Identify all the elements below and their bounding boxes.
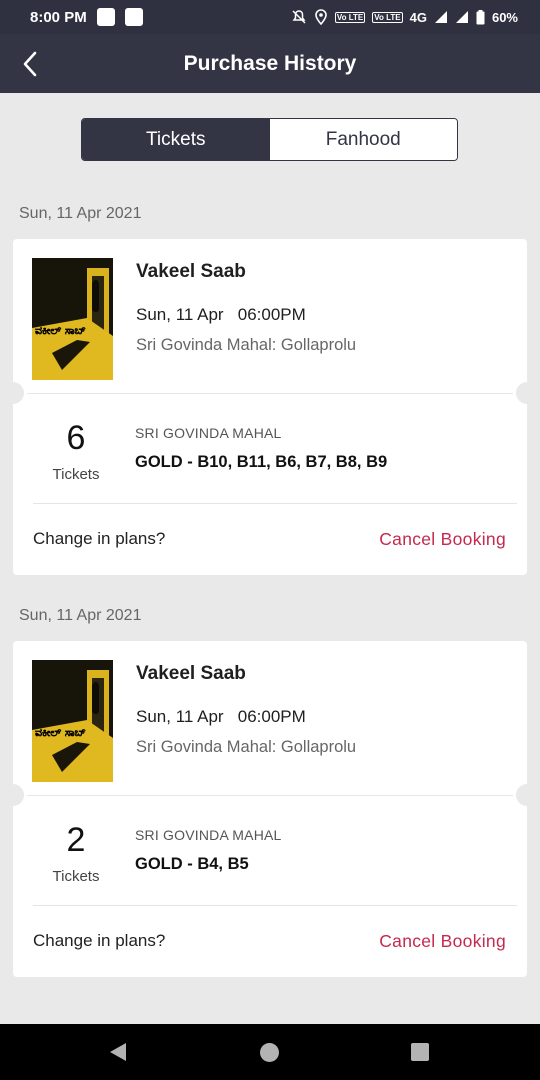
change-plans-text: Change in plans? bbox=[33, 529, 166, 548]
show-datetime: Sun, 11 Apr 06:00PM bbox=[136, 707, 306, 727]
status-icons: Vo LTE Vo LTE 4G 60% bbox=[291, 9, 518, 25]
signal-icon bbox=[455, 10, 469, 24]
movie-poster: ವಕೀಲ್‌ ಸಾಬ್ bbox=[32, 258, 113, 380]
status-bar: 8:00 PM Vo LTE Vo LTE 4G 60% bbox=[0, 0, 540, 34]
cancel-booking-button[interactable]: Cancel Booking bbox=[379, 529, 506, 550]
system-nav-bar bbox=[0, 1024, 540, 1080]
page-title: Purchase History bbox=[183, 51, 357, 75]
tab-switcher: Tickets Fanhood bbox=[81, 118, 458, 161]
back-arrow-icon bbox=[23, 51, 37, 77]
network-type: 4G bbox=[409, 9, 427, 25]
divider bbox=[27, 393, 513, 394]
divider bbox=[27, 795, 513, 796]
booking-card[interactable]: ವಕೀಲ್‌ ಸಾಬ್ Vakeel Saab Sun, 11 Apr 06:0… bbox=[2, 239, 538, 575]
divider bbox=[33, 905, 517, 906]
nav-recents-icon[interactable] bbox=[411, 1043, 429, 1061]
movie-title: Vakeel Saab bbox=[136, 261, 246, 282]
cancel-booking-button[interactable]: Cancel Booking bbox=[379, 931, 506, 952]
ticket-count: 6 bbox=[66, 419, 86, 457]
booking-card[interactable]: ವಕೀಲ್‌ ಸಾಬ್ Vakeel Saab Sun, 11 Apr 06:0… bbox=[2, 641, 538, 977]
seat-numbers: GOLD - B4, B5 bbox=[135, 855, 249, 873]
movie-poster: ವಕೀಲ್‌ ಸಾಬ್ bbox=[32, 660, 113, 782]
movie-title: Vakeel Saab bbox=[136, 663, 246, 684]
show-time: 06:00PM bbox=[237, 305, 306, 324]
show-datetime: Sun, 11 Apr 06:00PM bbox=[136, 305, 306, 325]
change-plans-text: Change in plans? bbox=[33, 931, 166, 950]
tab-fanhood[interactable]: Fanhood bbox=[269, 119, 457, 160]
venue: Sri Govinda Mahal: Gollaprolu bbox=[136, 336, 357, 354]
volte-icon: Vo LTE bbox=[372, 11, 403, 23]
ticket-notch bbox=[516, 784, 538, 806]
tab-tickets[interactable]: Tickets bbox=[82, 119, 270, 160]
booking-date-header: Sun, 11 Apr 2021 bbox=[19, 205, 142, 222]
ticket-count: 2 bbox=[66, 821, 86, 859]
booking-date-header: Sun, 11 Apr 2021 bbox=[19, 607, 142, 624]
seat-numbers: GOLD - B10, B11, B6, B7, B8, B9 bbox=[135, 453, 388, 471]
location-icon bbox=[314, 9, 328, 25]
svg-text:ವಕೀಲ್‌ ಸಾಬ್: ವಕೀಲ್‌ ಸಾಬ್ bbox=[35, 726, 86, 739]
divider bbox=[33, 503, 517, 504]
status-left: 8:00 PM bbox=[30, 8, 143, 26]
tickets-label: Tickets bbox=[52, 868, 100, 885]
nav-back-icon[interactable] bbox=[108, 1042, 128, 1062]
tickets-label: Tickets bbox=[52, 466, 100, 483]
volte-icon: Vo LTE bbox=[334, 11, 366, 23]
svg-text:ವಕೀಲ್‌ ಸಾಬ್: ವಕೀಲ್‌ ಸಾಬ್ bbox=[35, 324, 86, 337]
venue: Sri Govinda Mahal: Gollaprolu bbox=[136, 738, 357, 756]
app-bar: Purchase History bbox=[0, 34, 540, 93]
theatre-name: SRI GOVINDA MAHAL bbox=[135, 827, 282, 843]
show-date: Sun, 11 Apr bbox=[136, 305, 224, 324]
nav-home-icon[interactable] bbox=[260, 1043, 279, 1062]
notification-icon bbox=[124, 8, 143, 26]
mute-icon bbox=[291, 9, 307, 25]
battery-level: 60% bbox=[491, 9, 518, 25]
show-date: Sun, 11 Apr bbox=[136, 707, 224, 726]
show-time: 06:00PM bbox=[237, 707, 306, 726]
status-time: 8:00 PM bbox=[30, 8, 87, 26]
signal-icon bbox=[434, 10, 448, 24]
ticket-notch bbox=[2, 382, 24, 404]
back-button[interactable] bbox=[8, 42, 52, 86]
notification-icon bbox=[96, 8, 115, 26]
ticket-notch bbox=[516, 382, 538, 404]
battery-icon bbox=[476, 9, 485, 25]
ticket-notch bbox=[2, 784, 24, 806]
theatre-name: SRI GOVINDA MAHAL bbox=[135, 425, 282, 441]
